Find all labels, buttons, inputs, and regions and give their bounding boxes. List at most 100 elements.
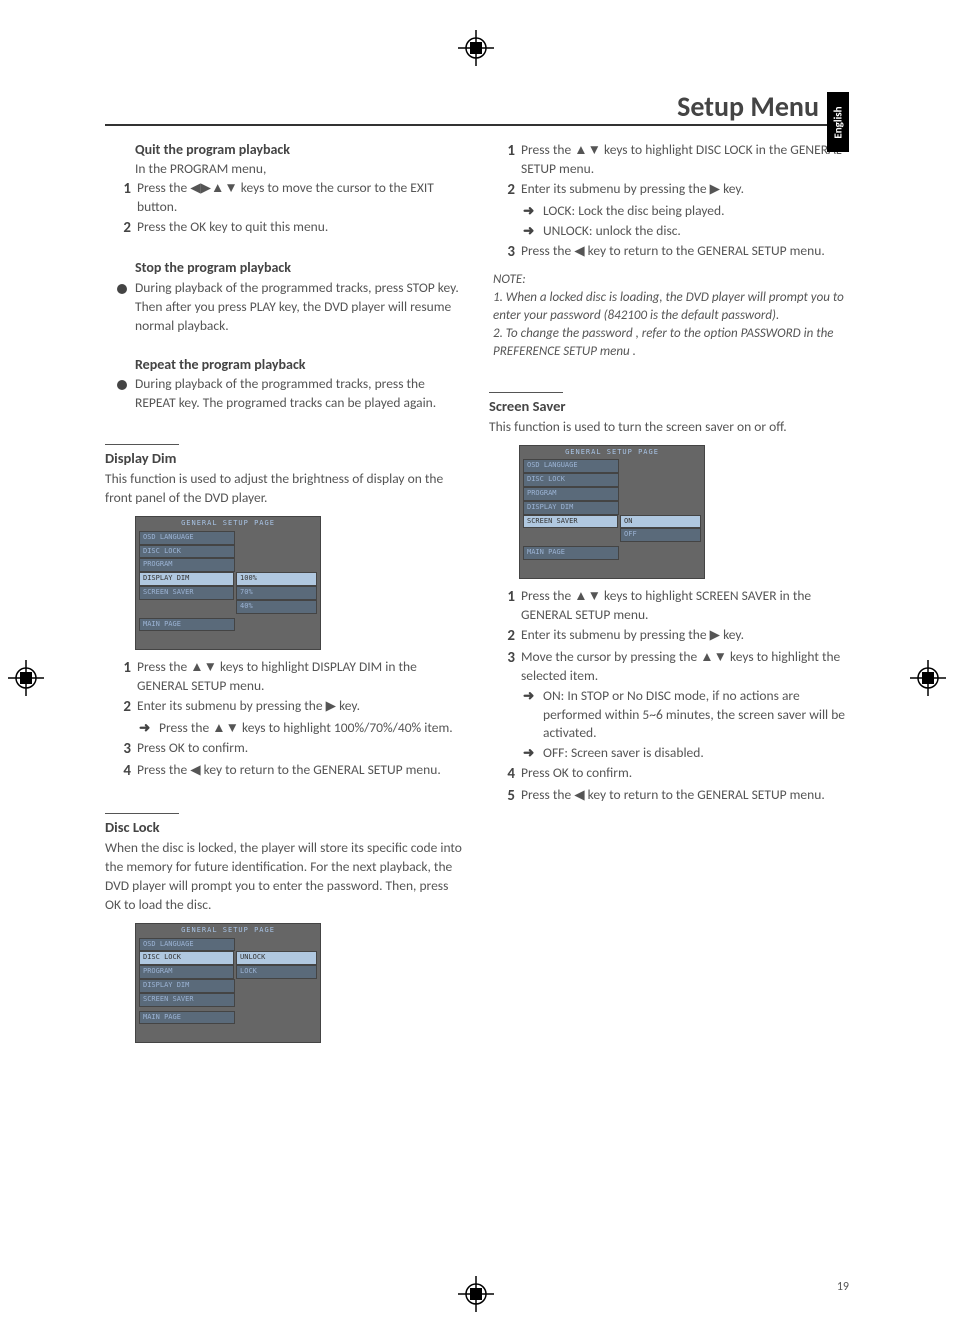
note-label: NOTE: (493, 271, 849, 289)
step-number: 2 (489, 180, 515, 201)
step-number: 3 (105, 739, 131, 760)
ss-item: PROGRAM (139, 965, 234, 979)
ss-title: GENERAL SETUP PAGE (520, 446, 704, 460)
ss-item: DISPLAY DIM (523, 501, 619, 515)
quit-step-1: Press the ◀▶▲▼ keys to move the cursor t… (137, 179, 465, 217)
disc-lock-arrow-a: LOCK: Lock the disc being played. (543, 202, 724, 221)
arrow-icon: ➜ (523, 222, 537, 241)
ss-option: 40% (236, 600, 317, 614)
step-number: 1 (489, 587, 515, 608)
ss-item: PROGRAM (523, 487, 619, 501)
display-dim-step-4: Press the ◀ key to return to the GENERAL… (137, 761, 441, 780)
ss-item: SCREEN SAVER (139, 586, 234, 600)
stop-title: Stop the program playback (135, 258, 465, 278)
repeat-bullet-1: During playback of the programmed tracks… (135, 375, 465, 413)
section-divider (105, 813, 179, 814)
step-number: 4 (489, 764, 515, 785)
quit-intro: In the PROGRAM menu, (135, 160, 465, 179)
ss-item: DISPLAY DIM (139, 979, 235, 993)
ss-option-selected: ON (620, 515, 701, 529)
stop-bullet-1: During playback of the programmed tracks… (135, 279, 465, 336)
disc-lock-note: NOTE: 1. When a locked disc is loading, … (493, 271, 849, 362)
screen-saver-arrow-a: ON: In STOP or No DISC mode, if no actio… (543, 687, 849, 744)
quit-title: Quit the program playback (135, 140, 465, 160)
screen-saver-desc: This function is used to turn the screen… (489, 418, 849, 437)
section-divider (105, 444, 179, 445)
disc-lock-step-3: Press the ◀ key to return to the GENERAL… (521, 242, 825, 261)
page-number: 19 (837, 1280, 849, 1294)
step-number: 3 (489, 648, 515, 669)
page-header: Setup Menu English (105, 90, 849, 126)
note-line-2: 2. To change the password , refer to the… (493, 325, 849, 361)
registration-mark-right (910, 660, 946, 696)
step-number: 3 (489, 242, 515, 263)
language-tab: English (827, 92, 849, 152)
screen-saver-step-2: Enter its submenu by pressing the ▶ key. (521, 626, 744, 645)
ss-title: GENERAL SETUP PAGE (136, 517, 320, 531)
step-number: 4 (105, 761, 131, 782)
step-number: 1 (489, 141, 515, 162)
page-title: Setup Menu (677, 89, 819, 124)
screen-saver-step-1: Press the ▲▼ keys to highlight SCREEN SA… (521, 587, 849, 625)
screen-saver-title: Screen Saver (489, 396, 849, 416)
arrow-icon: ➜ (523, 687, 537, 706)
screen-saver-screenshot: GENERAL SETUP PAGE OSD LANGUAGE DISC LOC… (519, 445, 705, 579)
column-left: Quit the program playback In the PROGRAM… (105, 140, 465, 1051)
display-dim-step-2: Enter its submenu by pressing the ▶ key. (137, 697, 360, 716)
screen-saver-step-4: Press OK to confirm. (521, 764, 632, 783)
note-line-1: 1. When a locked disc is loading, the DV… (493, 289, 849, 325)
ss-title: GENERAL SETUP PAGE (136, 924, 320, 938)
ss-option-selected: 100% (236, 572, 317, 586)
step-number: 1 (105, 179, 131, 200)
page-content: Setup Menu English Quit the program play… (105, 90, 849, 1282)
disc-lock-arrow-b: UNLOCK: unlock the disc. (543, 222, 681, 241)
ss-main-page: MAIN PAGE (139, 1011, 235, 1025)
step-number: 2 (489, 626, 515, 647)
ss-main-page: MAIN PAGE (523, 546, 619, 560)
ss-option: LOCK (236, 965, 317, 979)
display-dim-step-3: Press OK to confirm. (137, 739, 248, 758)
ss-option-selected: UNLOCK (236, 951, 317, 965)
arrow-icon: ➜ (139, 719, 153, 738)
ss-option: 70% (236, 586, 317, 600)
registration-mark-top (458, 30, 494, 66)
step-number: 2 (105, 218, 131, 239)
arrow-icon: ➜ (523, 202, 537, 221)
display-dim-arrow-2: Press the ▲▼ keys to highlight 100%/70%/… (159, 719, 453, 738)
ss-item-selected: SCREEN SAVER (523, 515, 618, 529)
bullet-icon (117, 284, 127, 294)
disc-lock-step-1: Press the ▲▼ keys to highlight DISC LOCK… (521, 141, 849, 179)
step-number: 5 (489, 786, 515, 807)
registration-mark-left (8, 660, 44, 696)
ss-item: DISC LOCK (523, 473, 619, 487)
display-dim-screenshot: GENERAL SETUP PAGE OSD LANGUAGE DISC LOC… (135, 516, 321, 650)
display-dim-desc: This function is used to adjust the brig… (105, 470, 465, 508)
display-dim-step-1: Press the ▲▼ keys to highlight DISPLAY D… (137, 658, 465, 696)
ss-item: DISC LOCK (139, 545, 235, 559)
bullet-icon (117, 380, 127, 390)
column-right: 1 Press the ▲▼ keys to highlight DISC LOC… (489, 140, 849, 1051)
disc-lock-desc: When the disc is locked, the player will… (105, 839, 465, 915)
ss-item: OSD LANGUAGE (523, 459, 619, 473)
ss-item-selected: DISC LOCK (139, 951, 234, 965)
disc-lock-screenshot: GENERAL SETUP PAGE OSD LANGUAGE DISC LOC… (135, 923, 321, 1044)
ss-option: OFF (620, 528, 701, 542)
ss-item: OSD LANGUAGE (139, 938, 235, 952)
repeat-title: Repeat the program playback (135, 355, 465, 375)
ss-item: SCREEN SAVER (139, 993, 235, 1007)
disc-lock-step-2: Enter its submenu by pressing the ▶ key. (521, 180, 744, 199)
disc-lock-title: Disc Lock (105, 817, 465, 837)
ss-item: OSD LANGUAGE (139, 531, 235, 545)
screen-saver-step-3: Move the cursor by pressing the ▲▼ keys … (521, 648, 849, 686)
section-divider (489, 392, 563, 393)
ss-main-page: MAIN PAGE (139, 618, 235, 632)
screen-saver-step-5: Press the ◀ key to return to the GENERAL… (521, 786, 825, 805)
step-number: 2 (105, 697, 131, 718)
step-number: 1 (105, 658, 131, 679)
ss-item: PROGRAM (139, 558, 235, 572)
display-dim-title: Display Dim (105, 448, 465, 468)
columns: Quit the program playback In the PROGRAM… (105, 140, 849, 1051)
quit-step-2: Press the OK key to quit this menu. (137, 218, 328, 237)
arrow-icon: ➜ (523, 744, 537, 763)
screen-saver-arrow-b: OFF: Screen saver is disabled. (543, 744, 704, 763)
